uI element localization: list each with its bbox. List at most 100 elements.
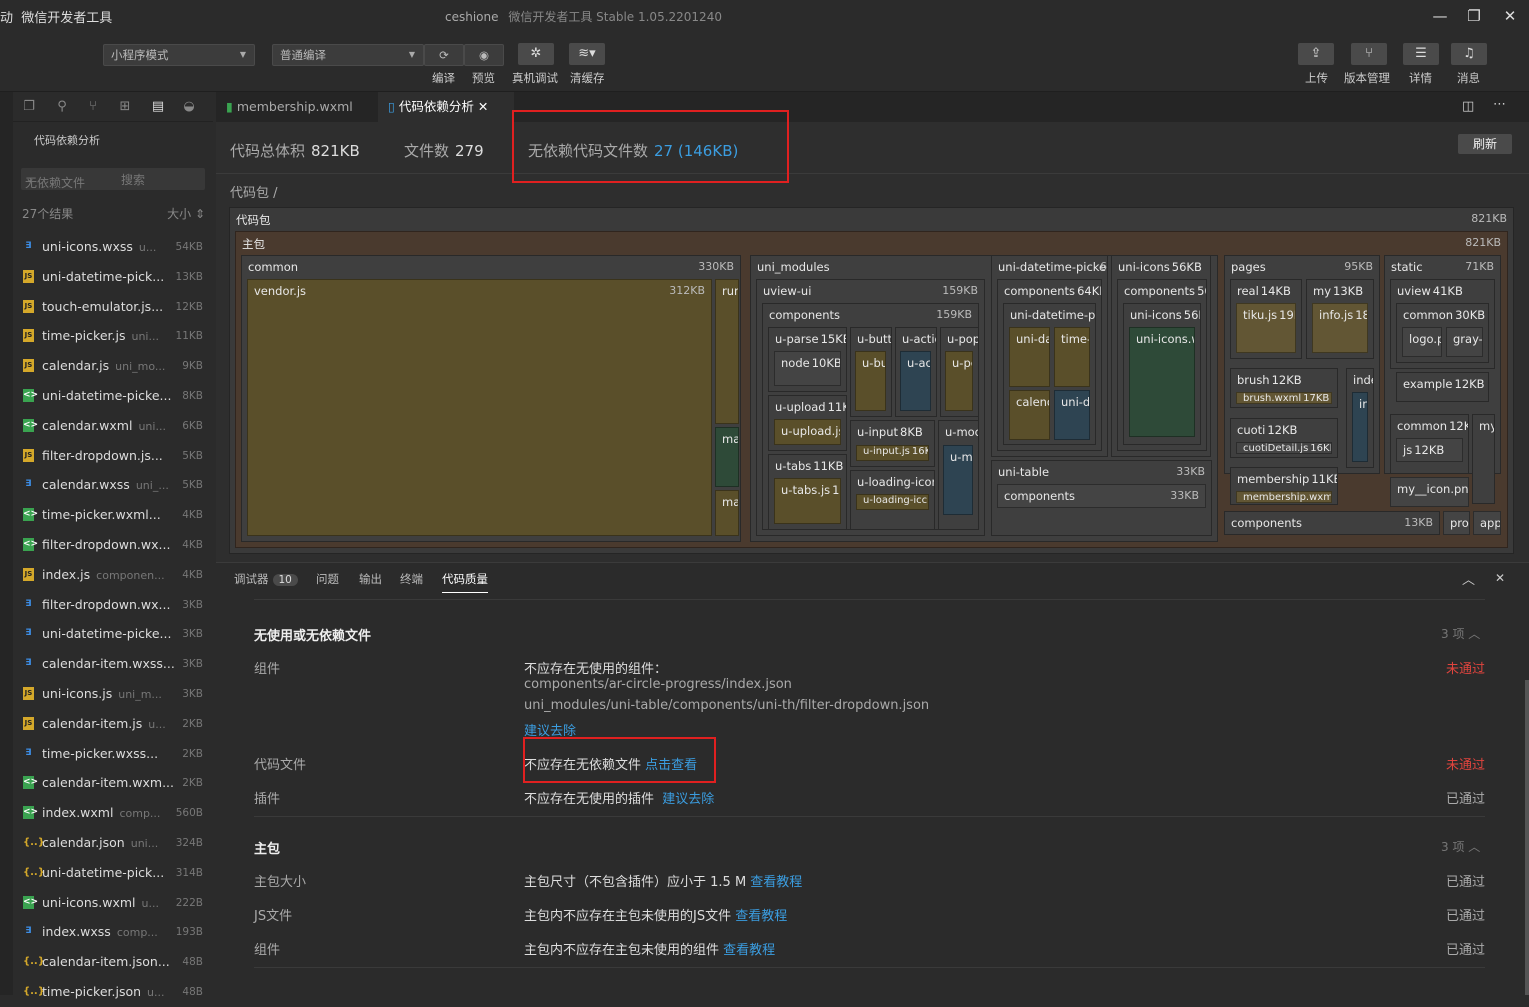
tutorial-link[interactable]: 查看教程 [723, 943, 775, 958]
search-input[interactable]: 搜索 [121, 171, 145, 188]
file-list-item[interactable]: {..} uni-datetime-pick... 314B [21, 858, 205, 888]
suggest-remove-link[interactable]: 建议去除 [662, 792, 714, 807]
file-list-item[interactable]: <> calendar-item.wxm... 2KB [21, 768, 205, 798]
view-link[interactable]: 点击查看 [645, 758, 697, 773]
file-list-item[interactable]: {..} time-picker.json u... 48B [21, 977, 205, 1007]
treemap-node-u-loading-sub[interactable]: u-loading-icc [856, 494, 929, 510]
tab-code-quality[interactable]: 代码质量 [442, 571, 488, 593]
treemap-node-vendor[interactable]: vendor.js 312KB [247, 279, 712, 536]
treemap-node-runtime[interactable]: runt [715, 279, 739, 424]
treemap-node-pro[interactable]: pro [1443, 511, 1470, 535]
treemap-node-time-p[interactable]: time-p [1054, 327, 1090, 387]
treemap-node-app[interactable]: app [1473, 511, 1501, 535]
treemap-node-uni-da[interactable]: uni-da [1054, 390, 1090, 440]
file-list-item[interactable]: {..} calendar-item.json... 48B [21, 947, 205, 977]
file-list-item[interactable]: ∃ time-picker.wxss... 2KB [21, 739, 205, 769]
treemap-node-u-m[interactable]: u-m [943, 445, 973, 515]
treemap-node-node[interactable]: node 10KB [774, 351, 841, 386]
treemap-node-logo[interactable]: logo.pn [1402, 327, 1442, 357]
tab-debugger[interactable]: 调试器 10 [234, 571, 298, 587]
close-panel-icon[interactable]: ✕ [1495, 571, 1505, 585]
tab-output[interactable]: 输出 [359, 571, 382, 587]
treemap-node-example[interactable]: example 12KB [1396, 372, 1489, 402]
remote-debug-button[interactable]: ✲ [518, 43, 554, 65]
close-window-button[interactable]: ✕ [1500, 6, 1520, 26]
clear-cache-button[interactable]: ≋▾ [569, 43, 605, 65]
treemap-node-membership-wxml[interactable]: membership.wxml [1236, 491, 1332, 503]
tab-terminal[interactable]: 终端 [400, 571, 423, 587]
treemap-node-in[interactable]: in [1352, 392, 1368, 462]
scrollbar[interactable] [1525, 680, 1529, 995]
section-unused-count[interactable]: 3 项 ︿ [1441, 625, 1480, 642]
file-list-item[interactable]: ∃ calendar-item.wxss... 3KB [21, 649, 205, 679]
treemap-node-u-pc[interactable]: u-pc [945, 351, 973, 411]
file-list-item[interactable]: <> uni-datetime-picke... 8KB [21, 381, 205, 411]
treemap-node-cuoti-detail[interactable]: cuotiDetail.js16KB [1236, 442, 1332, 454]
treemap-node-components-root[interactable]: components 13KB [1224, 511, 1440, 535]
preview-button[interactable]: ◉ [464, 44, 504, 66]
tab-dependency-analysis[interactable]: ▯ 代码依赖分析 ✕ [378, 92, 514, 122]
mode-select[interactable]: 小程序模式 ▼ [103, 44, 255, 66]
treemap-node-ut-components[interactable]: components 33KB [997, 484, 1206, 508]
upload-button[interactable]: ⇪ [1298, 43, 1334, 65]
compile-mode-select[interactable]: 普通编译 ▼ [272, 44, 424, 66]
treemap-node-gray[interactable]: gray- [1446, 327, 1483, 357]
details-button[interactable]: ☰ [1403, 43, 1439, 65]
treemap-node-info[interactable]: info.js18K [1312, 303, 1368, 353]
compile-button[interactable]: ⟳ [424, 44, 464, 66]
treemap-node-js[interactable]: js 12KB [1396, 438, 1463, 462]
treemap-node-u-input-js[interactable]: u-input.js16K [856, 445, 929, 461]
tutorial-link[interactable]: 查看教程 [750, 875, 802, 890]
files-icon[interactable]: ❐ [21, 99, 37, 115]
file-list-item[interactable]: <> calendar.wxml uni... 6KB [21, 411, 205, 441]
suggest-remove-link[interactable]: 建议去除 [524, 720, 576, 739]
tutorial-link[interactable]: 查看教程 [735, 909, 787, 924]
treemap-node-u-ac[interactable]: u-ac [900, 351, 931, 411]
messages-button[interactable]: ♫ [1451, 43, 1487, 65]
file-list-item[interactable]: JS calendar.js uni_mo... 9KB [21, 351, 205, 381]
extensions-icon[interactable]: ⊞ [117, 99, 133, 115]
file-list-item[interactable]: JS uni-datetime-pick... 13KB [21, 262, 205, 292]
analysis-icon[interactable]: ▤ [150, 99, 166, 115]
treemap-node-u-upload-js[interactable]: u-upload.js [774, 419, 841, 445]
file-list-item[interactable]: JS calendar-item.js u... 2KB [21, 709, 205, 739]
more-icon[interactable]: ⋯ [1493, 97, 1506, 112]
search-icon[interactable]: ⚲ [54, 99, 70, 115]
treemap-node-calend[interactable]: calend [1009, 390, 1050, 440]
file-list-item[interactable]: JS index.js componen... 4KB [21, 560, 205, 590]
treemap-node-my2[interactable]: my [1472, 414, 1495, 504]
treemap-node-uni-dat[interactable]: uni-dat [1009, 327, 1050, 387]
file-list-item[interactable]: ∃ filter-dropdown.wx... 3KB [21, 590, 205, 620]
filter-select[interactable]: 无依赖文件 ⌄ [25, 171, 85, 190]
file-list-item[interactable]: {..} calendar.json uni... 324B [21, 828, 205, 858]
section-main-count[interactable]: 3 项 ︿ [1441, 838, 1480, 855]
close-tab-icon[interactable]: ✕ [478, 99, 488, 114]
treemap-node-mai2[interactable]: mai [715, 490, 739, 536]
file-list-item[interactable]: JS uni-icons.js uni_m... 3KB [21, 679, 205, 709]
maximize-button[interactable]: ❐ [1464, 6, 1484, 26]
git-icon[interactable]: ⑂ [85, 99, 101, 115]
treemap-node-ui-wxss[interactable]: uni-icons.w [1129, 327, 1195, 437]
version-button[interactable]: ⑂ [1351, 43, 1387, 65]
tab-problems[interactable]: 问题 [316, 571, 339, 587]
file-list-item[interactable]: JS touch-emulator.js... 12KB [21, 292, 205, 322]
refresh-button[interactable]: 刷新 [1458, 134, 1512, 154]
file-list-item[interactable]: JS filter-dropdown.js... 5KB [21, 441, 205, 471]
treemap-node-mai1[interactable]: mai [715, 427, 739, 487]
file-list-item[interactable]: ∃ calendar.wxss uni_... 5KB [21, 470, 205, 500]
sort-toggle[interactable]: 大小 ⇕ [167, 205, 205, 222]
tab-membership-wxml[interactable]: ▮ membership.wxml [216, 92, 378, 122]
file-list-item[interactable]: <> index.wxml comp... 560B [21, 798, 205, 828]
file-list-item[interactable]: <> time-picker.wxml... 4KB [21, 500, 205, 530]
docker-icon[interactable]: ◒ [181, 99, 197, 115]
treemap-node-u-tabs-js[interactable]: u-tabs.js19K [774, 478, 841, 524]
file-list-item[interactable]: JS time-picker.js uni... 11KB [21, 321, 205, 351]
file-list-item[interactable]: ∃ uni-icons.wxss u... 54KB [21, 232, 205, 262]
treemap-node-tiku[interactable]: tiku.js19KE [1236, 303, 1296, 353]
file-list-item[interactable]: <> uni-icons.wxml u... 222B [21, 888, 205, 918]
split-editor-icon[interactable]: ◫ [1462, 99, 1474, 114]
file-list-item[interactable]: <> filter-dropdown.wx... 4KB [21, 530, 205, 560]
treemap-node-u-bu[interactable]: u-bu [855, 351, 886, 411]
no-dependency-stat[interactable]: 无依赖代码文件数 27 (146KB) [528, 140, 738, 161]
minimize-button[interactable]: — [1430, 6, 1450, 26]
